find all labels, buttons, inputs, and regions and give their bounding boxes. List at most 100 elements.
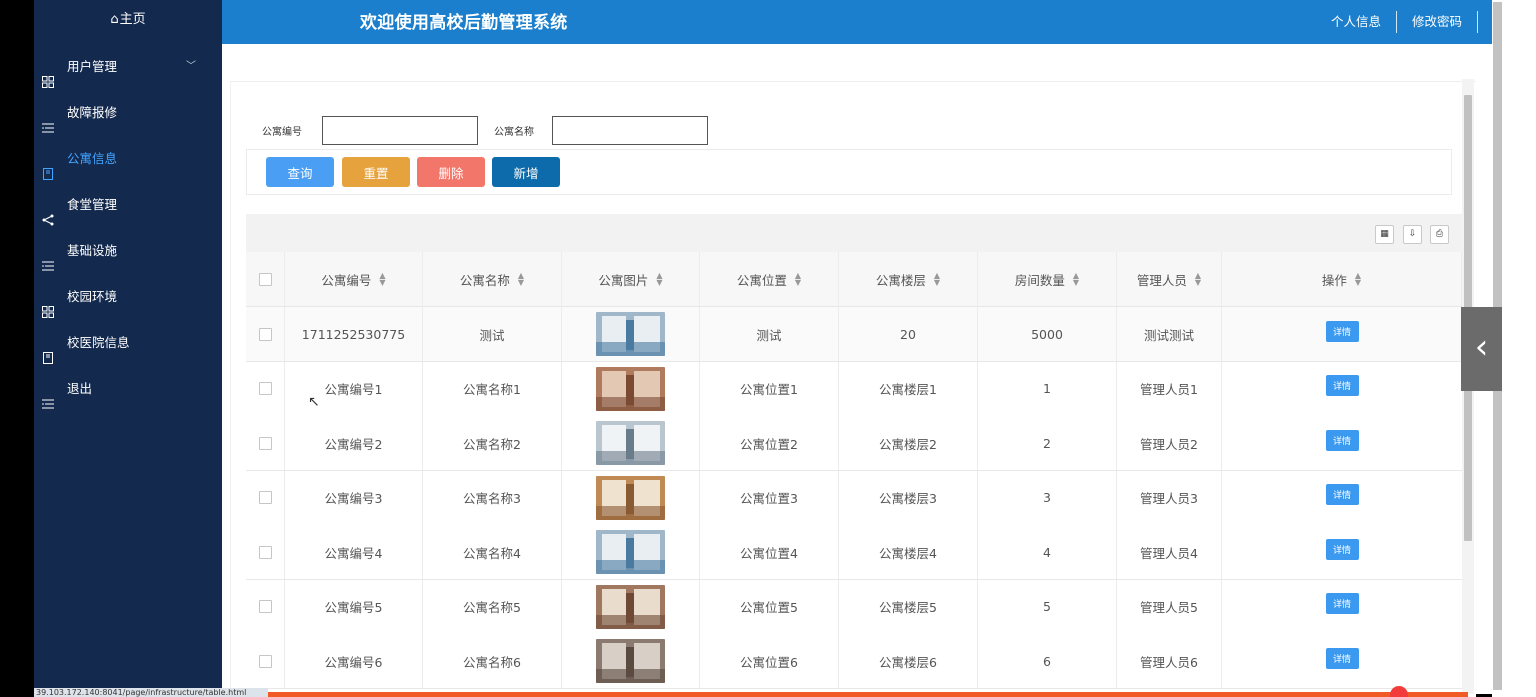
row-checkbox[interactable]: [258, 327, 272, 341]
column-header-1[interactable]: 公寓编号 ▲ ▼: [285, 252, 423, 306]
sidebar-item-8[interactable]: 退出: [34, 366, 222, 412]
column-header-label: 房间数量: [1014, 272, 1065, 288]
column-header-5[interactable]: 公寓楼层 ▲ ▼: [839, 252, 978, 306]
cell-floor: 公寓楼层4: [839, 525, 978, 579]
detail-button[interactable]: 详情: [1325, 429, 1359, 451]
cell-code: 公寓编号1: [285, 361, 423, 416]
apartment-photo[interactable]: [596, 366, 665, 411]
detail-button[interactable]: 详情: [1325, 647, 1359, 669]
sidebar-item-3[interactable]: 公寓信息: [34, 136, 222, 182]
column-header-3[interactable]: 公寓图片 ▲ ▼: [562, 252, 700, 306]
cell-manager: 管理人员4: [1117, 525, 1222, 579]
sort-icon[interactable]: ▲ ▼: [934, 272, 940, 287]
cell-name: 公寓名称1: [423, 361, 562, 416]
action-cell: 详情: [1222, 362, 1462, 416]
apartment-code-input[interactable]: [322, 116, 478, 145]
detail-button[interactable]: 详情: [1325, 484, 1359, 505]
row-checkbox[interactable]: [258, 600, 272, 613]
table-row: 公寓编号6 公寓名称6 公寓位置6 公寓楼层6 6 管理人员6 详情: [246, 634, 1462, 689]
book-icon: [42, 153, 54, 180]
column-header-label: 公寓楼层: [875, 272, 926, 288]
sort-icon[interactable]: ▲ ▼: [656, 272, 662, 287]
reset-button[interactable]: 重置: [342, 157, 410, 187]
cell-text: 公寓名称2: [463, 436, 521, 452]
sidebar-item-2[interactable]: 故障报修: [34, 90, 222, 136]
detail-button[interactable]: 详情: [1325, 375, 1359, 396]
sidebar-home-link[interactable]: ⌂主页: [34, 0, 222, 44]
select-all-checkbox[interactable]: [258, 272, 272, 286]
apartment-photo[interactable]: [596, 639, 665, 683]
cell-floor: 公寓楼层1: [839, 361, 978, 416]
record-indicator-icon: [1390, 686, 1408, 697]
action-buttons: 查询 重置 删除 新增: [246, 149, 1452, 195]
cell-text: 6: [1043, 653, 1051, 669]
apartment-photo[interactable]: [596, 530, 665, 574]
export-icon[interactable]: ⇩: [1403, 225, 1422, 244]
columns-filter-icon[interactable]: ▦: [1375, 225, 1394, 244]
cell-text: 测试测试: [1143, 327, 1194, 343]
cell-location: 测试: [700, 307, 839, 361]
detail-button[interactable]: 详情: [1325, 593, 1359, 614]
table-row: 公寓编号3 公寓名称3 公寓位置3 公寓楼层3 3 管理人员3 详情: [246, 470, 1462, 526]
column-header-7[interactable]: 管理人员 ▲ ▼: [1117, 252, 1222, 306]
row-checkbox[interactable]: [258, 382, 272, 395]
apartment-photo[interactable]: [596, 584, 665, 629]
sidebar: ⌂主页 用户管理 ﹀ 故障报修 公寓信息 食堂管理 基础设施 校园环境 校医院信息 退出: [34, 0, 222, 697]
chevron-left-icon: ‹: [1474, 327, 1489, 367]
cell-code: 公寓编号4: [285, 525, 423, 579]
collapse-panel-tab[interactable]: ‹: [1461, 307, 1502, 391]
cell-manager: 管理人员6: [1117, 634, 1222, 688]
query-button[interactable]: 查询: [266, 157, 334, 187]
row-checkbox[interactable]: [258, 654, 272, 668]
change-password-link[interactable]: 修改密码: [1397, 11, 1478, 33]
home-icon: ⌂: [110, 12, 119, 27]
sort-icon[interactable]: ▲ ▼: [1355, 272, 1361, 287]
sort-icon[interactable]: ▲ ▼: [518, 272, 524, 287]
profile-link[interactable]: 个人信息: [1316, 11, 1397, 33]
row-checkbox[interactable]: [258, 436, 272, 450]
sidebar-item-5[interactable]: 基础设施: [34, 228, 222, 274]
table-row: 1711252530775 测试 测试 20 5000 测试测试 详情: [246, 307, 1462, 362]
cell-name: 公寓名称3: [423, 470, 562, 525]
cell-text: 公寓名称3: [463, 491, 521, 506]
column-header-4[interactable]: 公寓位置 ▲ ▼: [700, 252, 839, 306]
apartment-image-cell: [562, 525, 700, 579]
column-header-8[interactable]: 操作 ▲ ▼: [1222, 252, 1462, 306]
apartment-name-input[interactable]: [552, 116, 708, 145]
cell-code: 公寓编号5: [285, 579, 423, 634]
apartment-image-cell: [562, 307, 700, 361]
cell-code: 公寓编号2: [285, 416, 423, 470]
column-header-6[interactable]: 房间数量 ▲ ▼: [978, 252, 1117, 306]
row-checkbox[interactable]: [258, 491, 272, 504]
cell-text: 管理人员4: [1140, 545, 1198, 561]
sidebar-item-7[interactable]: 校医院信息: [34, 320, 222, 366]
sidebar-item-6[interactable]: 校园环境: [34, 274, 222, 320]
sort-icon[interactable]: ▲ ▼: [1073, 272, 1079, 287]
print-icon[interactable]: ⎙: [1430, 225, 1449, 244]
sidebar-item-4[interactable]: 食堂管理: [34, 182, 222, 228]
detail-button[interactable]: 详情: [1325, 538, 1359, 560]
apartment-photo[interactable]: [596, 312, 665, 356]
sort-icon[interactable]: ▲ ▼: [795, 272, 801, 287]
cell-rooms: 3: [978, 470, 1117, 525]
column-header-2[interactable]: 公寓名称 ▲ ▼: [423, 252, 562, 306]
sidebar-home-label: 主页: [119, 12, 146, 27]
sort-icon[interactable]: ▲ ▼: [1195, 272, 1201, 287]
cell-text: 公寓编号2: [324, 436, 383, 452]
detail-button[interactable]: 详情: [1325, 320, 1359, 342]
delete-button[interactable]: 删除: [417, 157, 485, 187]
sort-icon[interactable]: ▲ ▼: [379, 272, 385, 287]
cell-rooms: 1: [978, 361, 1117, 416]
sidebar-item-1[interactable]: 用户管理 ﹀: [34, 44, 222, 90]
row-checkbox[interactable]: [258, 545, 272, 559]
apartment-code-label: 公寓编号: [262, 127, 302, 138]
apartment-image-cell: [562, 634, 700, 688]
cell-text: 管理人员5: [1140, 600, 1198, 615]
cell-text: 1: [1043, 381, 1051, 396]
add-button[interactable]: 新增: [492, 157, 560, 187]
action-cell: 详情: [1222, 307, 1462, 361]
cell-text: 公寓位置1: [740, 382, 798, 397]
cell-text: 公寓名称1: [463, 382, 521, 397]
apartment-photo[interactable]: [596, 475, 665, 520]
apartment-photo[interactable]: [596, 421, 665, 465]
